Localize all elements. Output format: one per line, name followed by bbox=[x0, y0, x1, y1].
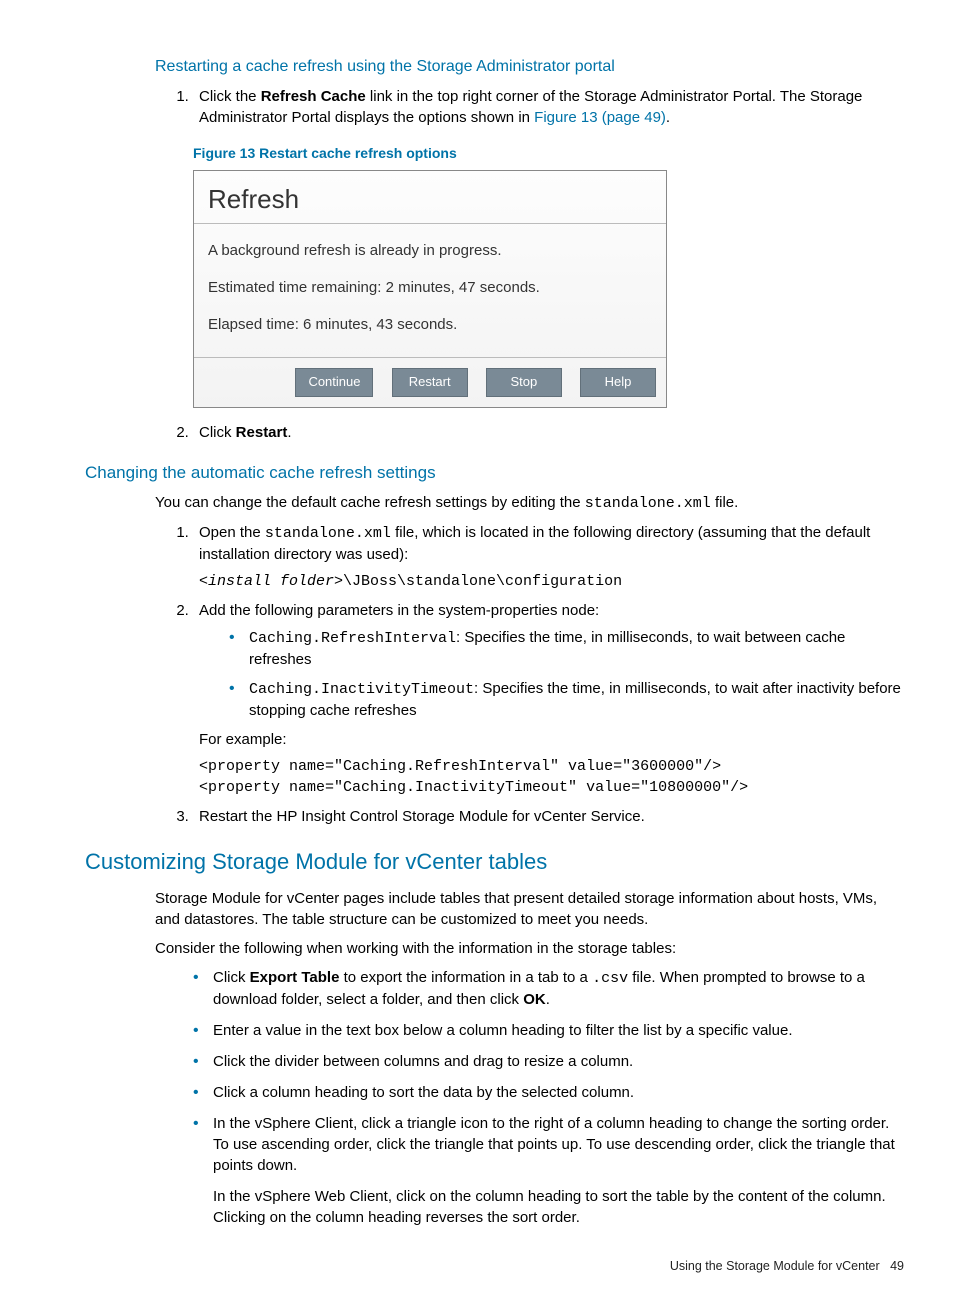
step-2: Click Restart. bbox=[193, 422, 904, 443]
text: to export the information in a tab to a bbox=[339, 969, 592, 986]
restart-button[interactable]: Restart bbox=[392, 368, 468, 396]
text: Click the bbox=[199, 88, 261, 105]
code-inline: standalone.xml bbox=[265, 525, 391, 542]
paragraph: Storage Module for vCenter pages include… bbox=[85, 888, 904, 930]
code-inline: standalone.xml bbox=[585, 495, 711, 512]
text: You can change the default cache refresh… bbox=[155, 494, 585, 511]
page-number: 49 bbox=[890, 1259, 904, 1273]
change-step-1: Open the standalone.xml file, which is l… bbox=[193, 522, 904, 592]
footer-section: Using the Storage Module for vCenter bbox=[670, 1259, 880, 1273]
text: In the vSphere Client, click a triangle … bbox=[213, 1115, 895, 1174]
code-italic: <install folder> bbox=[199, 573, 343, 590]
text: file. bbox=[711, 494, 739, 511]
text: . bbox=[546, 991, 550, 1008]
stop-button[interactable]: Stop bbox=[486, 368, 562, 396]
code-inline: Caching.RefreshInterval bbox=[249, 630, 456, 647]
code-block: <property name="Caching.RefreshInterval"… bbox=[199, 756, 904, 798]
figure-caption: Figure 13 Restart cache refresh options bbox=[193, 144, 904, 164]
continue-button[interactable]: Continue bbox=[295, 368, 373, 396]
refresh-cache-bold: Refresh Cache bbox=[261, 88, 366, 105]
list-item: Caching.InactivityTimeout: Specifies the… bbox=[229, 678, 904, 721]
paragraph: Consider the following when working with… bbox=[85, 938, 904, 959]
ok-bold: OK bbox=[523, 991, 546, 1008]
text: In the vSphere Web Client, click on the … bbox=[213, 1186, 904, 1228]
code-text: \JBoss\standalone\configuration bbox=[343, 573, 622, 590]
heading-customizing-tables: Customizing Storage Module for vCenter t… bbox=[85, 847, 904, 878]
code-inline: .csv bbox=[592, 970, 628, 987]
restart-bold: Restart bbox=[236, 424, 288, 441]
list-item: Caching.RefreshInterval: Specifies the t… bbox=[229, 627, 904, 670]
dialog-text: A background refresh is already in progr… bbox=[208, 240, 652, 261]
text: Click bbox=[213, 969, 250, 986]
list-item: Click the divider between columns and dr… bbox=[193, 1051, 904, 1072]
figure-link[interactable]: Figure 13 (page 49) bbox=[534, 109, 666, 126]
heading-restarting-cache: Restarting a cache refresh using the Sto… bbox=[85, 56, 904, 78]
dialog-text: Elapsed time: 6 minutes, 43 seconds. bbox=[208, 314, 652, 335]
change-step-3: Restart the HP Insight Control Storage M… bbox=[193, 806, 904, 827]
paragraph: You can change the default cache refresh… bbox=[85, 492, 904, 514]
change-step-2: Add the following parameters in the syst… bbox=[193, 600, 904, 798]
dialog-text: Estimated time remaining: 2 minutes, 47 … bbox=[208, 277, 652, 298]
text: Click bbox=[199, 424, 236, 441]
text: . bbox=[287, 424, 291, 441]
example-label: For example: bbox=[199, 729, 904, 750]
text: Open the bbox=[199, 524, 265, 541]
help-button[interactable]: Help bbox=[580, 368, 656, 396]
list-item: Enter a value in the text box below a co… bbox=[193, 1020, 904, 1041]
list-item: Click Export Table to export the informa… bbox=[193, 967, 904, 1010]
text: . bbox=[666, 109, 670, 126]
heading-changing-settings: Changing the automatic cache refresh set… bbox=[85, 461, 904, 485]
refresh-dialog: Refresh A background refresh is already … bbox=[193, 170, 904, 408]
page-footer: Using the Storage Module for vCenter 49 bbox=[85, 1258, 904, 1276]
code-inline: Caching.InactivityTimeout bbox=[249, 681, 474, 698]
dialog-title: Refresh bbox=[194, 171, 666, 223]
list-item: In the vSphere Client, click a triangle … bbox=[193, 1113, 904, 1228]
export-table-bold: Export Table bbox=[250, 969, 340, 986]
code-block: <install folder>\JBoss\standalone\config… bbox=[199, 571, 904, 592]
list-item: Click a column heading to sort the data … bbox=[193, 1082, 904, 1103]
text: Add the following parameters in the syst… bbox=[199, 602, 599, 619]
step-1: Click the Refresh Cache link in the top … bbox=[193, 86, 904, 128]
